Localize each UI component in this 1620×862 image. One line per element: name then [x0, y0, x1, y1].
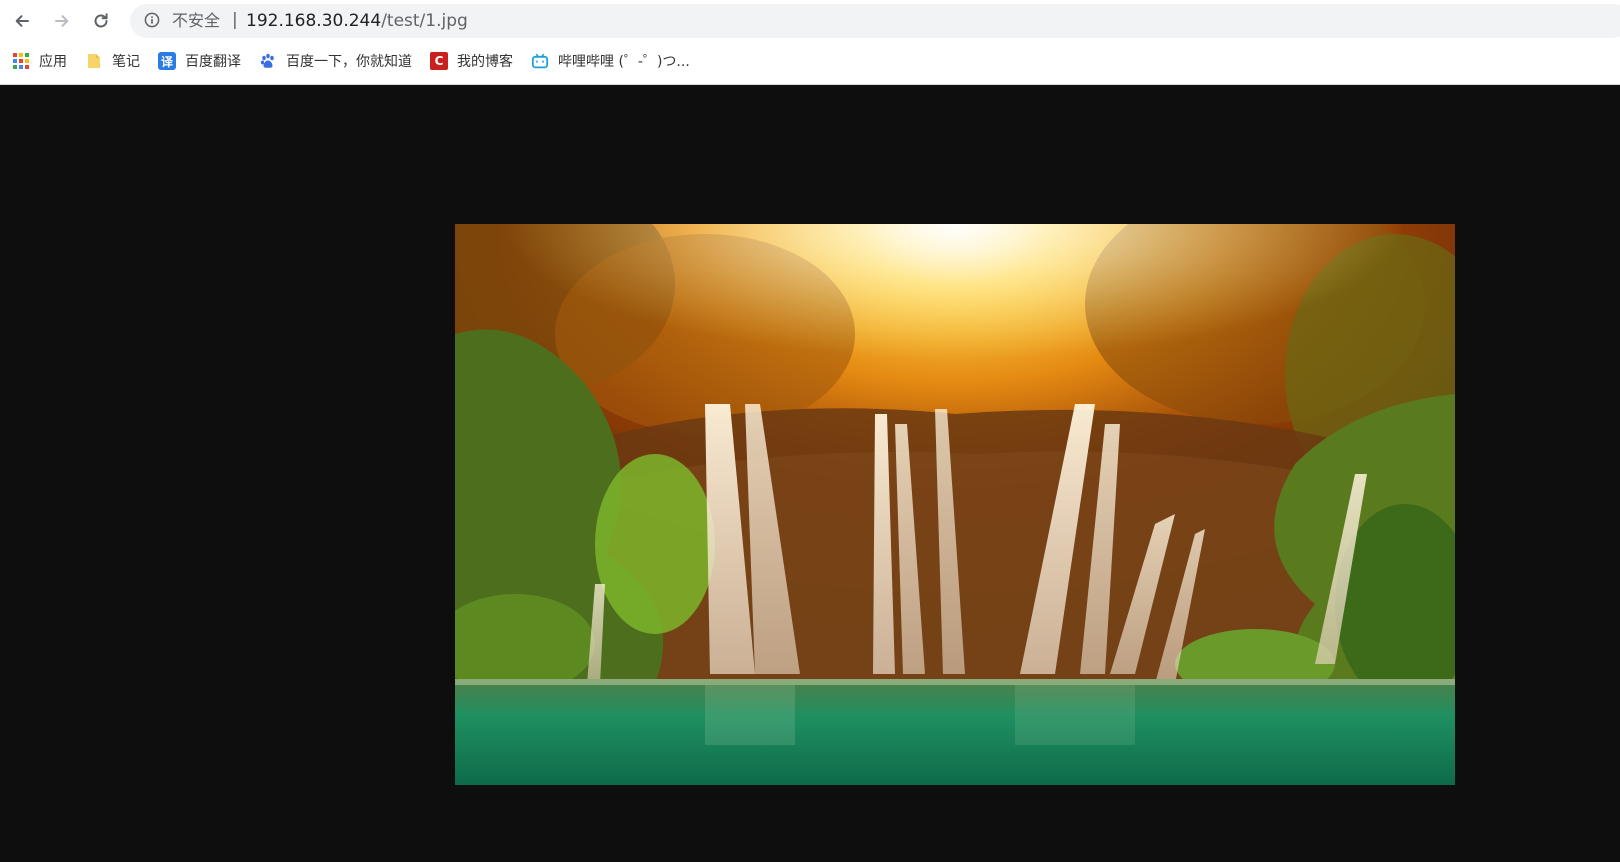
translate-icon: 译 [158, 52, 176, 70]
bookmark-apps[interactable]: 应用 [12, 49, 67, 73]
bookmark-notes[interactable]: 笔记 [85, 49, 140, 73]
url-path: /test/1.jpg [381, 11, 468, 31]
bookmark-label: 哔哩哔哩 (゜-゜)つ... [558, 54, 690, 70]
back-button[interactable] [9, 8, 35, 34]
baidu-paw-icon [259, 52, 277, 70]
arrow-right-icon [55, 15, 69, 27]
bookmark-blog[interactable]: C 我的博客 [430, 49, 513, 73]
reload-button[interactable] [88, 8, 114, 34]
image-viewer[interactable] [455, 224, 1455, 785]
bookmark-baidu[interactable]: 百度一下，你就知道 [259, 49, 412, 73]
bookmark-bilibili[interactable]: 哔哩哔哩 (゜-゜)つ... [531, 49, 690, 73]
address-bar[interactable]: 不安全 | 192.168.30.244/test/1.jpg [130, 4, 1620, 38]
bookmark-label: 百度翻译 [185, 54, 241, 70]
csdn-icon: C [430, 52, 448, 70]
url-text[interactable]: 192.168.30.244/test/1.jpg [246, 12, 468, 30]
bookmarks-bar: 应用 笔记 译 百度翻译 百度一下，你就知道 C 我的博客 哔哩哔哩 (゜-゜)… [12, 49, 708, 73]
folder-icon [85, 52, 103, 70]
bookmark-label: 笔记 [112, 54, 140, 70]
apps-grid-icon [12, 52, 30, 70]
browser-chrome: 不安全 | 192.168.30.244/test/1.jpg 应用 笔记 译 … [0, 0, 1620, 85]
bookmark-label: 我的博客 [457, 54, 513, 70]
reload-icon [94, 13, 108, 28]
url-separator: | [232, 10, 238, 30]
bookmark-label: 百度一下，你就知道 [286, 54, 412, 70]
info-icon[interactable] [144, 12, 160, 28]
arrow-left-icon [15, 15, 29, 27]
security-status-label[interactable]: 不安全 [172, 12, 220, 30]
waterfall-image[interactable] [455, 224, 1455, 785]
forward-button[interactable] [49, 8, 75, 34]
url-host: 192.168.30.244 [246, 11, 382, 31]
bookmark-label: 应用 [39, 54, 67, 70]
bookmark-baidu-translate[interactable]: 译 百度翻译 [158, 49, 241, 73]
bilibili-tv-icon [531, 52, 549, 70]
